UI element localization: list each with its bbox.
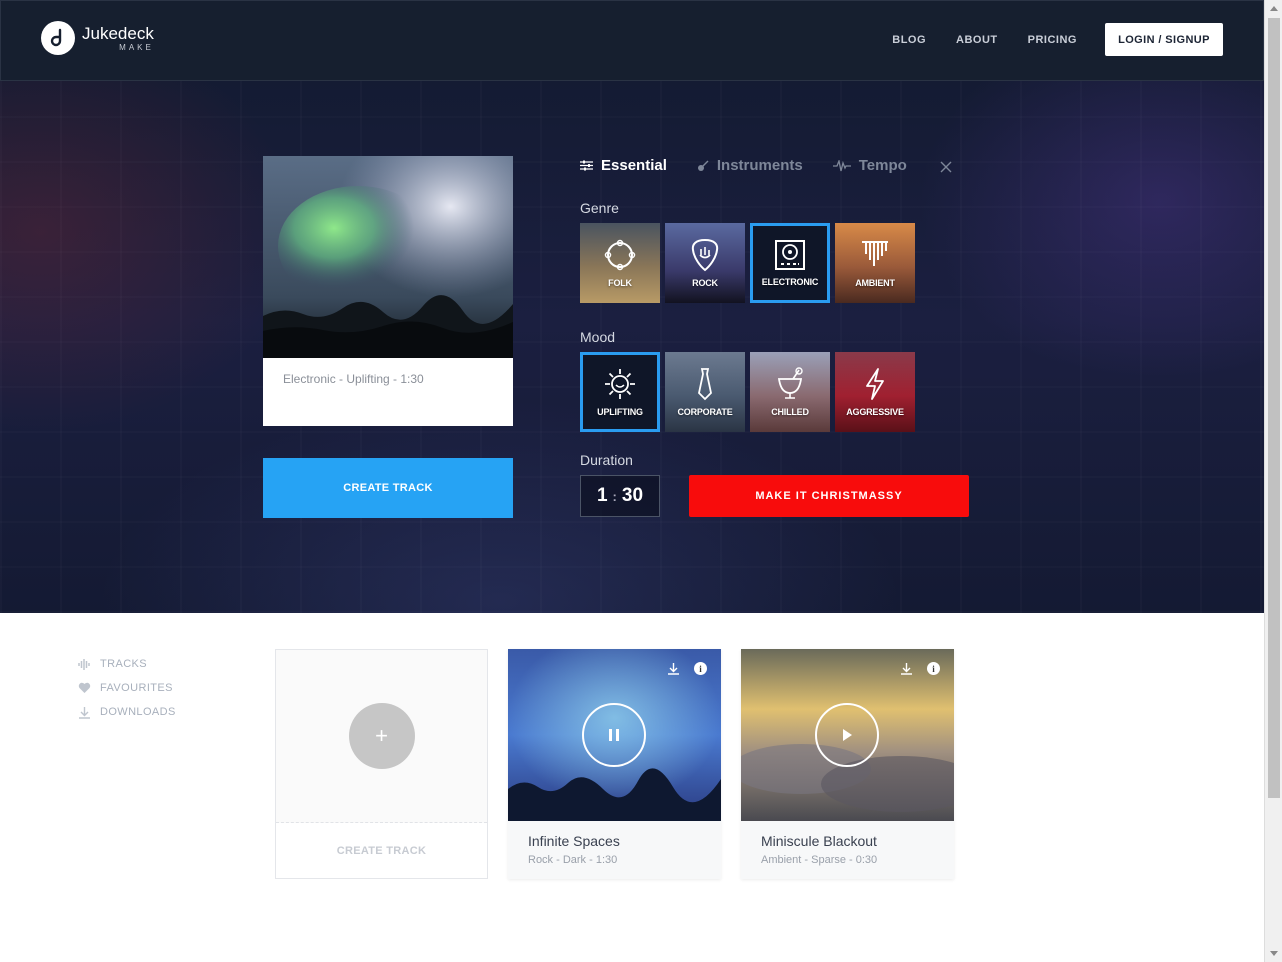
cocktail-icon (777, 367, 803, 399)
logo-sub: MAKE (119, 42, 154, 52)
mood-label-aggressive: AGGRESSIVE (846, 407, 904, 417)
create-track-card-label[interactable]: CREATE TRACK (276, 823, 487, 879)
logo-mark-icon (41, 21, 75, 55)
tab-tempo[interactable]: Tempo (832, 157, 907, 174)
genre-label-folk: FOLK (608, 278, 632, 288)
tab-label: Essential (601, 157, 667, 174)
options-tabs: Essential Instruments Tempo (580, 157, 937, 174)
sidebar-item-tracks[interactable]: TRACKS (78, 652, 176, 676)
tie-icon (698, 368, 712, 401)
scroll-up-arrow-icon[interactable] (1270, 6, 1278, 11)
info-icon[interactable]: i (927, 662, 940, 675)
tab-label: Instruments (716, 157, 803, 174)
sidebar-item-favourites[interactable]: FAVOURITES (78, 676, 176, 700)
mood-tile-uplifting[interactable]: UPLIFTING (580, 352, 660, 432)
heart-icon (78, 682, 91, 693)
logo-name: Jukedeck (82, 23, 154, 43)
play-icon (843, 729, 852, 741)
tab-essential[interactable]: Essential (580, 157, 667, 174)
track-meta: Ambient - Sparse - 0:30 (761, 854, 878, 866)
info-icon[interactable]: i (694, 662, 707, 675)
waveform-icon (78, 658, 90, 670)
track-title[interactable]: Miniscule Blackout (741, 821, 954, 849)
top-header: Jukedeck MAKE BLOG ABOUT PRICING LOGIN /… (0, 0, 1264, 81)
genre-tile-ambient[interactable]: AMBIENT (835, 223, 915, 303)
genre-label-rock: ROCK (692, 278, 718, 288)
track-meta: Electronic - Uplifting - 1:30 (283, 372, 424, 386)
jukedeck-logo[interactable]: Jukedeck MAKE (41, 21, 154, 55)
track-card-infinite-spaces[interactable]: i Infinite Spaces Rock - Dark - 1:30 (508, 649, 721, 879)
sliders-icon (580, 160, 593, 171)
genre-label-ambient: AMBIENT (855, 278, 895, 288)
login-signup-button[interactable]: LOGIN / SIGNUP (1105, 23, 1223, 56)
duration-seconds[interactable]: 30 (622, 485, 643, 507)
genre-label: Genre (580, 200, 619, 216)
wind-chime-icon (862, 241, 888, 266)
genre-tiles: FOLK ROCK ELECTRONIC AMBIENT (580, 223, 920, 303)
genre-label-electronic: ELECTRONIC (761, 277, 819, 287)
plus-icon[interactable]: + (348, 703, 415, 769)
track-artwork (263, 156, 513, 358)
play-button[interactable] (815, 703, 879, 767)
mood-label-uplifting: UPLIFTING (597, 407, 643, 417)
download-icon (79, 706, 90, 719)
close-options-button[interactable] (938, 159, 954, 180)
create-track-card[interactable]: + CREATE TRACK (275, 649, 488, 879)
create-track-button[interactable]: CREATE TRACK (263, 458, 513, 518)
mood-label-corporate: CORPORATE (677, 407, 733, 417)
sidebar-item-label: DOWNLOADS (100, 706, 176, 718)
mood-tiles: UPLIFTING CORPORATE CHILLED AGGRESSIVE (580, 352, 920, 432)
track-card-miniscule-blackout[interactable]: i Miniscule Blackout Ambient - Sparse - … (741, 649, 954, 879)
sidebar-item-label: TRACKS (100, 658, 148, 670)
mood-tile-aggressive[interactable]: AGGRESSIVE (835, 352, 915, 432)
close-icon (940, 161, 952, 173)
track-thumbnail: i (508, 649, 721, 821)
track-title[interactable]: Infinite Spaces (508, 821, 721, 849)
duration-label: Duration (580, 452, 633, 468)
mood-label: Mood (580, 329, 616, 345)
download-icon[interactable] (667, 662, 680, 675)
download-icon[interactable] (900, 662, 913, 675)
tambourine-icon (604, 239, 636, 271)
current-track-card: Electronic - Uplifting - 1:30 (263, 156, 513, 426)
tab-instruments[interactable]: Instruments (697, 157, 803, 174)
pulse-icon (832, 159, 851, 171)
guitar-pick-icon (691, 238, 719, 272)
genre-tile-folk[interactable]: FOLK (580, 223, 660, 303)
turntable-icon (775, 240, 805, 270)
scrollbar-thumb[interactable] (1268, 18, 1280, 798)
guitar-icon (697, 160, 709, 171)
duration-minutes[interactable]: 1 (597, 485, 608, 507)
nav-blog[interactable]: BLOG (892, 34, 926, 46)
mood-tile-chilled[interactable]: CHILLED (750, 352, 830, 432)
pause-icon (609, 729, 619, 741)
genre-tile-electronic[interactable]: ELECTRONIC (750, 223, 830, 303)
create-track-area: + (276, 650, 487, 823)
mood-tile-corporate[interactable]: CORPORATE (665, 352, 745, 432)
mood-label-chilled: CHILLED (771, 407, 809, 417)
track-meta: Rock - Dark - 1:30 (528, 854, 618, 866)
hero-section: Electronic - Uplifting - 1:30 CREATE TRA… (0, 81, 1264, 613)
sun-icon (605, 369, 635, 399)
nav-pricing[interactable]: PRICING (1028, 34, 1077, 46)
sidebar-item-downloads[interactable]: DOWNLOADS (78, 700, 176, 724)
page-scrollbar[interactable] (1264, 0, 1282, 962)
genre-tile-rock[interactable]: ROCK (665, 223, 745, 303)
main-nav: BLOG ABOUT PRICING LOGIN / SIGNUP (862, 23, 1223, 56)
lightning-icon (866, 368, 884, 400)
scroll-down-arrow-icon[interactable] (1270, 951, 1278, 956)
make-christmassy-button[interactable]: MAKE IT CHRISTMASSY (689, 475, 969, 517)
nav-about[interactable]: ABOUT (956, 34, 998, 46)
duration-input[interactable]: 1 : 30 (580, 475, 660, 517)
track-thumbnail: i (741, 649, 954, 821)
library-nav: TRACKS FAVOURITES DOWNLOADS (78, 652, 176, 724)
pause-button[interactable] (582, 703, 646, 767)
tab-label: Tempo (858, 157, 907, 174)
duration-separator: : (612, 488, 617, 504)
sidebar-item-label: FAVOURITES (100, 682, 173, 694)
